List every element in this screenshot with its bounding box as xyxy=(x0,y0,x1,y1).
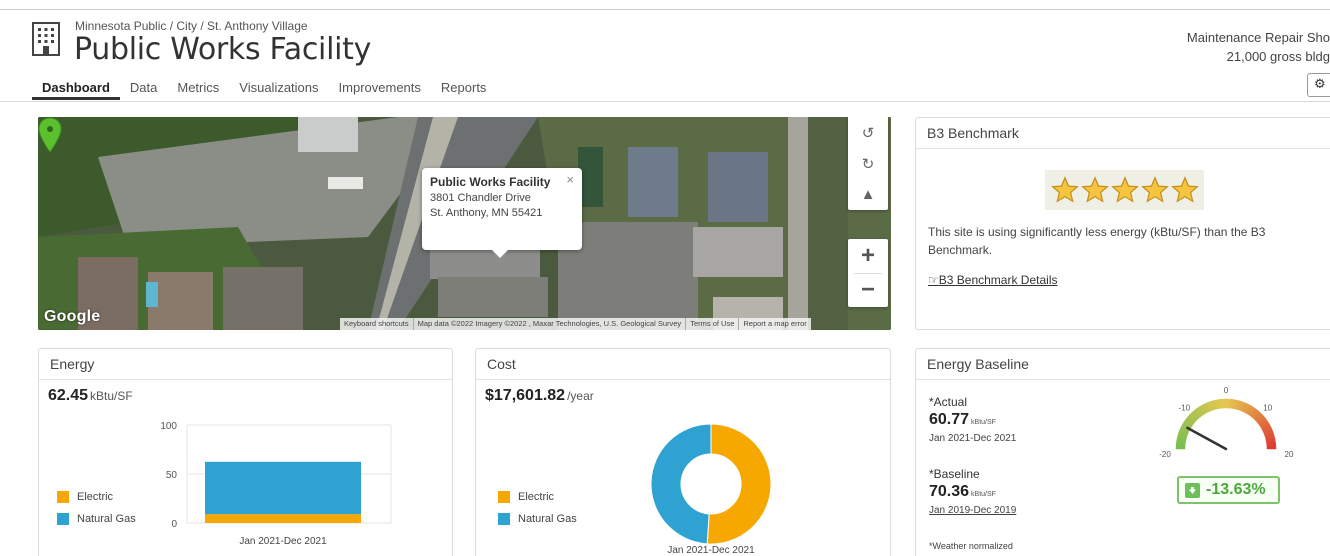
tab-dashboard[interactable]: Dashboard xyxy=(32,78,120,100)
gauge-tick-label: 20 xyxy=(1285,450,1294,459)
donut-slice-electric[interactable] xyxy=(706,423,772,545)
star-icon xyxy=(1140,176,1169,203)
gauge-tick-label: 0 xyxy=(1224,386,1229,395)
cost-card: Cost $17,601.82/year Electric Natural Ga… xyxy=(475,348,891,556)
popup-facility-name: Public Works Facility xyxy=(430,175,551,189)
energy-baseline-card: Energy Baseline *Actual 60.77 kBtu/SF Jan… xyxy=(915,348,1330,556)
keyboard-shortcuts-link[interactable]: Keyboard shortcuts xyxy=(340,318,414,330)
star-icon xyxy=(1170,176,1199,203)
building-type: Maintenance Repair Sho xyxy=(1186,30,1330,45)
tab-reports[interactable]: Reports xyxy=(431,78,497,100)
nav-tabs: Dashboard Data Metrics Visualizations Im… xyxy=(32,78,496,100)
building-icon xyxy=(32,22,60,56)
b3-benchmark-card: B3 Benchmark This site is using signific… xyxy=(915,117,1330,330)
tabs-divider xyxy=(0,101,1330,102)
tab-visualizations[interactable]: Visualizations xyxy=(229,78,328,100)
zoom-out-button[interactable]: − xyxy=(848,273,888,307)
cost-donut-chart: Jan 2021-Dec 2021 xyxy=(650,423,772,556)
baseline-number: 70.36 xyxy=(929,483,970,500)
rotate-left-icon[interactable]: ↺ xyxy=(848,117,888,148)
gauge-band xyxy=(1266,444,1277,450)
y-tick-label: 50 xyxy=(166,470,178,481)
x-tick-label: Jan 2021-Dec 2021 xyxy=(239,536,327,547)
gauge-band xyxy=(1221,398,1227,409)
terms-of-use-link[interactable]: Terms of Use xyxy=(686,318,740,330)
zoom-in-button[interactable]: + xyxy=(848,239,888,273)
map-data-credit: Map data ©2022 Imagery ©2022 , Maxar Tec… xyxy=(414,318,687,330)
b3-card-title: B3 Benchmark xyxy=(916,118,1330,149)
delta-badge: -13.63% xyxy=(1177,476,1280,504)
baseline-gauge: -20 -10 0 10 20 xyxy=(1159,386,1294,459)
gauge-tick-label: -10 xyxy=(1178,403,1190,412)
google-logo: Google xyxy=(44,308,101,325)
map-attribution: Keyboard shortcuts Map data ©2022 Imager… xyxy=(340,318,811,330)
bar-segment-natural-gas[interactable] xyxy=(205,461,361,515)
gears-icon: ⚙ xyxy=(1314,76,1326,91)
donut-slice-natural-gas[interactable] xyxy=(650,423,712,545)
report-map-error-link[interactable]: Report a map error xyxy=(739,318,810,330)
tilt-icon[interactable]: ▲ xyxy=(848,179,888,210)
pointing-hand-icon: ☞ xyxy=(928,273,939,287)
star-rating xyxy=(1045,170,1204,210)
rotate-right-icon[interactable]: ↻ xyxy=(848,148,888,179)
star-icon xyxy=(1110,176,1139,203)
building-meta: Maintenance Repair Sho 21,000 gross bldg xyxy=(1187,28,1330,66)
energy-bar-chart: 0 50 100 Jan 2021-Dec 2021 xyxy=(160,421,392,547)
baseline-unit: kBtu/SF xyxy=(971,491,996,498)
delta-value: -13.63% xyxy=(1206,481,1266,498)
gauge-tick-label: 10 xyxy=(1263,403,1272,412)
zoom-divider xyxy=(854,273,882,274)
building-area: 21,000 gross bldg xyxy=(1226,49,1330,64)
tab-data[interactable]: Data xyxy=(120,78,167,100)
b3-details-link[interactable]: ☞B3 Benchmark Details xyxy=(928,273,1057,287)
top-divider xyxy=(0,9,1330,10)
y-tick-label: 100 xyxy=(160,421,177,432)
tab-metrics[interactable]: Metrics xyxy=(167,78,229,100)
baseline-range[interactable]: Jan 2019-Dec 2019 xyxy=(929,505,1016,516)
weather-note: *Weather normalized xyxy=(929,541,1013,551)
popup-address-line2: St. Anthony, MN 55421 xyxy=(430,207,543,219)
b3-description: This site is using significantly less en… xyxy=(928,225,1266,257)
energy-card: Energy 62.45 kBtu/SF Electric Natural Gas… xyxy=(38,348,453,556)
satellite-map[interactable]: Public Works Facility 3801 Chandler Driv… xyxy=(38,117,891,330)
map-view-controls: ↺ ↻ ▲ xyxy=(848,117,888,210)
bar-segment-electric[interactable] xyxy=(205,514,361,523)
b3-details-label: B3 Benchmark Details xyxy=(938,273,1058,287)
star-icon xyxy=(1050,176,1079,203)
x-tick-label: Jan 2021-Dec 2021 xyxy=(667,545,755,556)
gauge-tick-label: -20 xyxy=(1159,450,1171,459)
popup-address-line1: 3801 Chandler Drive xyxy=(430,192,531,204)
settings-button[interactable]: ⚙ xyxy=(1307,73,1330,97)
close-icon[interactable]: × xyxy=(566,172,574,187)
tab-improvements[interactable]: Improvements xyxy=(329,78,431,100)
breadcrumb[interactable]: Minnesota Public / City / St. Anthony Vi… xyxy=(75,19,308,33)
arrow-down-icon xyxy=(1185,482,1200,498)
y-tick-label: 0 xyxy=(171,519,177,530)
baseline-value: 70.36 kBtu/SF xyxy=(929,483,1016,501)
star-icon xyxy=(1080,176,1109,203)
baseline-label: *Baseline xyxy=(929,467,980,481)
baseline-block: *Baseline 70.36 kBtu/SF Jan 2019-Dec 2019 xyxy=(929,467,1016,516)
map-info-window: Public Works Facility 3801 Chandler Driv… xyxy=(422,168,582,258)
page-title: Public Works Facility xyxy=(74,32,372,67)
map-marker-icon[interactable] xyxy=(38,117,62,153)
map-zoom-controls: + − xyxy=(848,239,888,307)
gauge-needle xyxy=(1186,426,1228,451)
